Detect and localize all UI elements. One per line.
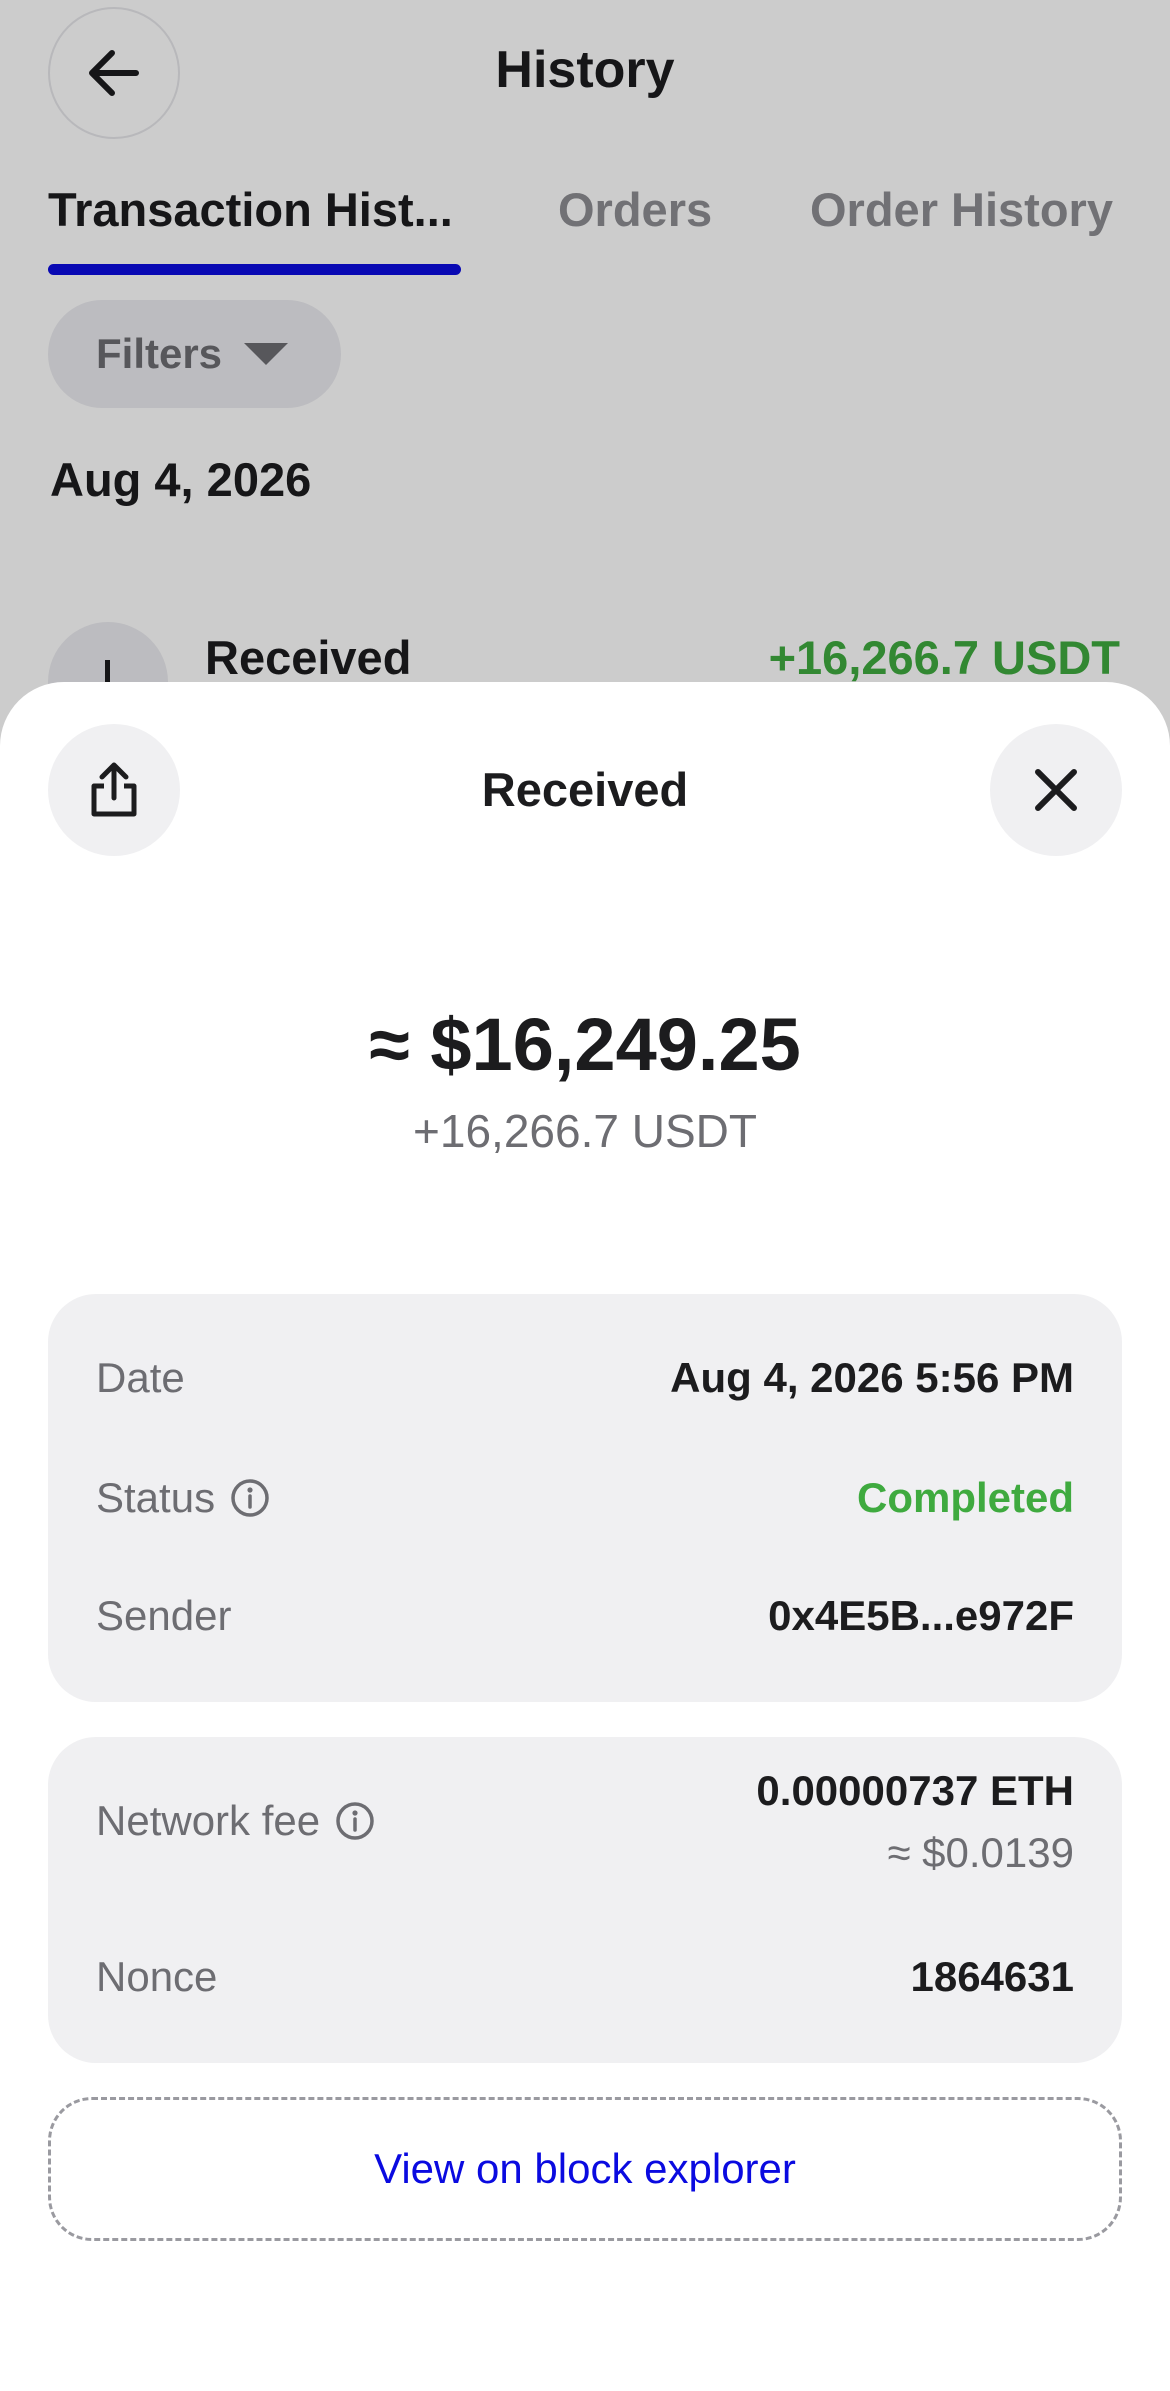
nonce-label: Nonce	[96, 1953, 217, 2001]
status-label-text: Status	[96, 1474, 216, 1521]
crypto-amount: +16,266.7 USDT	[413, 1105, 757, 1157]
sender-address[interactable]: 0x4E5B...e972F	[768, 1592, 1074, 1640]
date-label-text: Date	[96, 1354, 185, 1401]
fiat-amount: ≈ $16,249.25	[369, 1003, 801, 1086]
nonce-value: 1864631	[910, 1953, 1074, 2000]
close-icon	[1035, 769, 1077, 811]
sender-label: Sender	[96, 1592, 231, 1640]
nonce-label-text: Nonce	[96, 1953, 218, 2000]
screen: History Transaction Hist... Orders Order…	[0, 0, 1170, 2391]
info-icon[interactable]	[229, 1477, 271, 1519]
view-on-block-explorer-button[interactable]: View on block explorer	[48, 2097, 1122, 2241]
date-label: Date	[96, 1354, 185, 1402]
network-fee-label-text: Network fee	[96, 1797, 321, 1844]
fee-card: Network fee 0.00000737 ETH ≈ $0.0139 Non…	[48, 1737, 1122, 2063]
sender-label-text: Sender	[96, 1592, 232, 1639]
status-label: Status	[96, 1474, 271, 1522]
status-badge: Completed	[856, 1474, 1074, 1521]
network-fee-label: Network fee	[96, 1797, 376, 1845]
details-card: Date Aug 4, 2026 5:56 PM Status Complete…	[48, 1294, 1122, 1702]
network-fee-value: 0.00000737 ETH	[756, 1767, 1074, 1814]
transaction-detail-sheet: Received ≈ $16,249.25 +16,266.7 USDT Dat…	[0, 682, 1170, 2391]
date-value: Aug 4, 2026 5:56 PM	[670, 1354, 1074, 1401]
close-button[interactable]	[990, 724, 1122, 856]
network-fee-fiat: ≈ $0.0139	[887, 1829, 1074, 1876]
info-icon[interactable]	[334, 1800, 376, 1842]
